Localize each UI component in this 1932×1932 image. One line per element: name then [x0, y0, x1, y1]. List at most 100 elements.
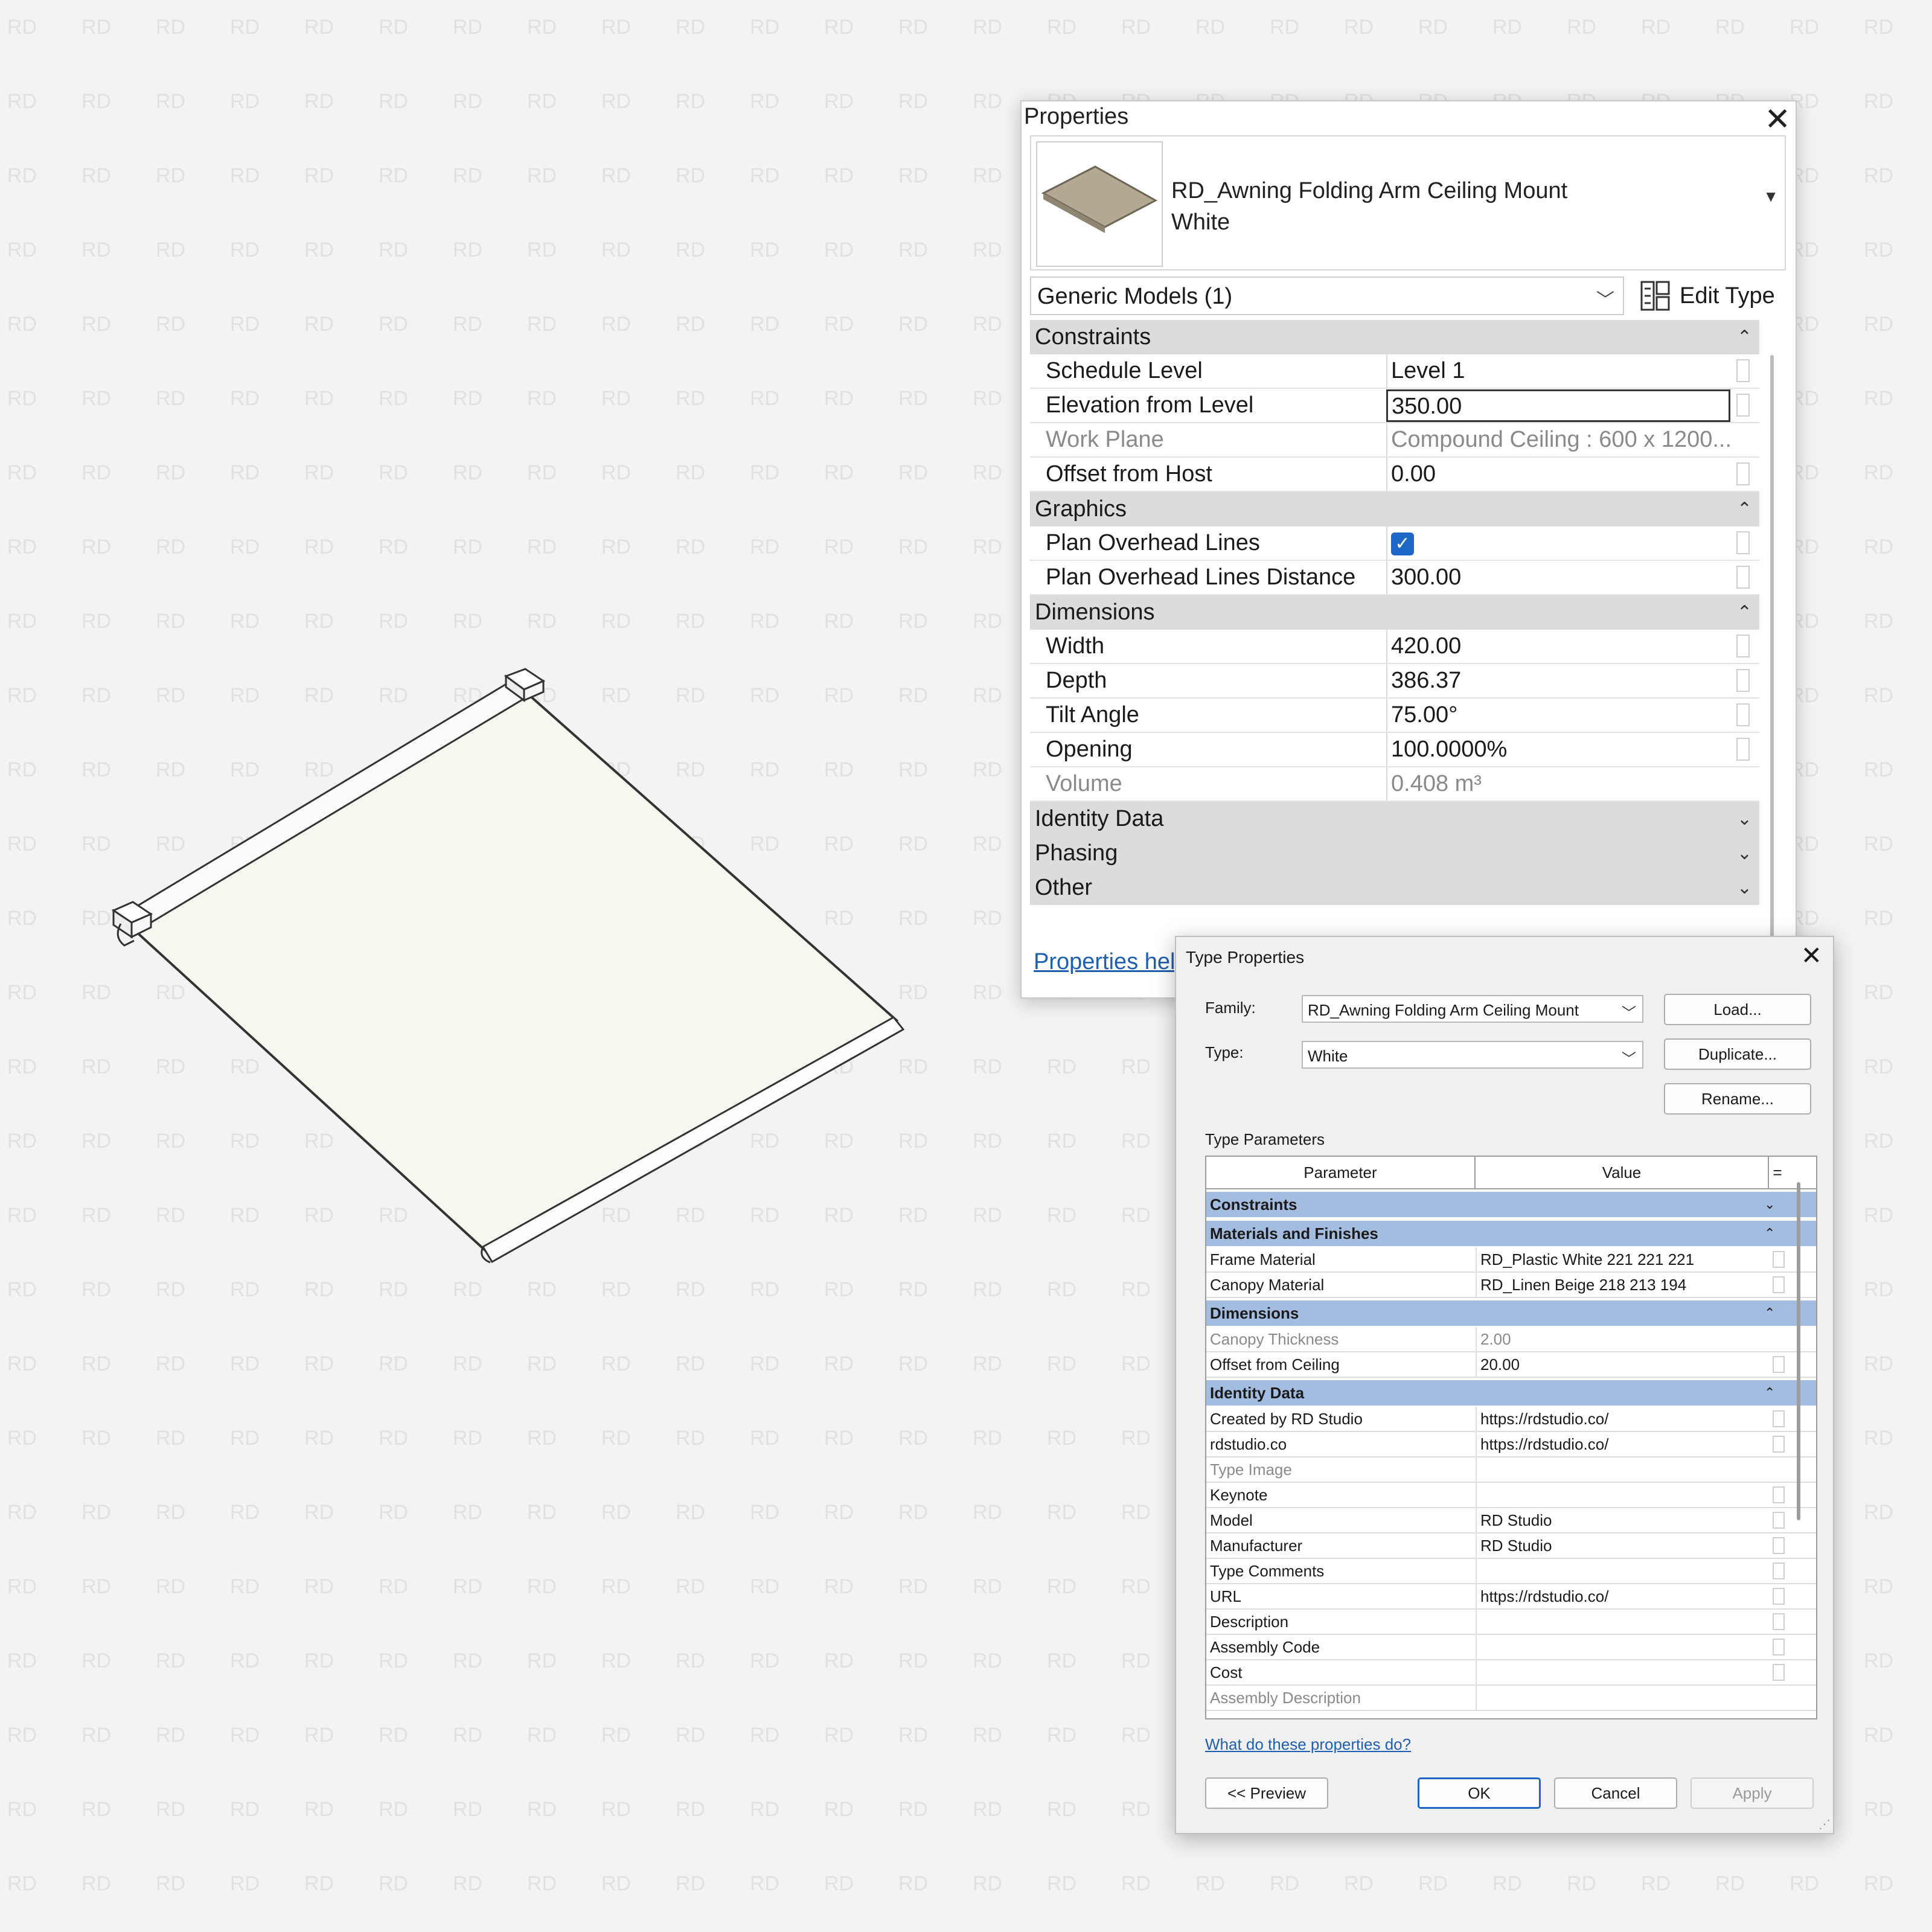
associate-parameter-button[interactable] [1773, 1251, 1785, 1268]
associate-parameter-button[interactable] [1773, 1410, 1785, 1427]
property-value[interactable]: 420.00 [1386, 630, 1730, 663]
associate-parameter-button[interactable] [1736, 738, 1750, 761]
type-parameters-label: Type Parameters [1205, 1130, 1325, 1148]
category-header[interactable]: Other ⌄ [1030, 871, 1759, 905]
expand-icon[interactable]: ⌄ [1737, 836, 1752, 871]
parameter-value[interactable] [1476, 1559, 1768, 1583]
preview-button[interactable]: << Preview [1205, 1777, 1328, 1809]
associate-parameter-button[interactable] [1736, 669, 1750, 692]
collapse-icon[interactable]: ⌃ [1737, 595, 1752, 630]
expand-icon[interactable]: ⌄ [1764, 1192, 1775, 1217]
parameter-value[interactable]: https://rdstudio.co/ [1476, 1407, 1768, 1431]
collapse-icon[interactable]: ⌃ [1764, 1300, 1775, 1326]
parameter-name: Assembly Description [1210, 1689, 1361, 1707]
associate-parameter-button[interactable] [1773, 1639, 1785, 1655]
type-selector-dropdown-icon[interactable]: ▼ [1763, 187, 1779, 206]
close-icon[interactable]: ✕ [1801, 941, 1822, 971]
load-button[interactable]: Load... [1664, 994, 1811, 1025]
category-header[interactable]: Phasing ⌄ [1030, 836, 1759, 871]
property-checkbox[interactable]: ✓ [1386, 526, 1730, 560]
rename-button[interactable]: Rename... [1664, 1083, 1811, 1115]
category-filter-dropdown[interactable]: Generic Models (1) ﹀ [1030, 277, 1624, 315]
parameter-value[interactable]: RD_Plastic White 221 221 221 [1476, 1247, 1768, 1271]
associate-parameter-button[interactable] [1773, 1537, 1785, 1554]
associate-parameter-button[interactable] [1773, 1588, 1785, 1605]
property-value[interactable]: 300.00 [1386, 561, 1730, 594]
cancel-button[interactable]: Cancel [1554, 1777, 1677, 1809]
property-value[interactable]: 75.00° [1386, 699, 1730, 732]
property-value[interactable]: 0.00 [1386, 458, 1730, 491]
table-row: Frame Material RD_Plastic White 221 221 2… [1206, 1247, 1816, 1273]
ok-button[interactable]: OK [1418, 1777, 1541, 1809]
parameter-value[interactable] [1476, 1635, 1768, 1659]
parameter-value[interactable] [1476, 1483, 1768, 1507]
table-scrollbar[interactable] [1797, 1182, 1800, 1520]
property-value[interactable]: 386.37 [1386, 664, 1730, 697]
family-label: Family: [1205, 999, 1256, 1017]
duplicate-button[interactable]: Duplicate... [1664, 1038, 1811, 1070]
collapse-icon[interactable]: ⌃ [1764, 1380, 1775, 1406]
parameter-name: Assembly Code [1210, 1638, 1320, 1656]
close-icon[interactable]: ✕ [1764, 101, 1791, 138]
parameter-name: Keynote [1210, 1486, 1268, 1504]
associate-parameter-button[interactable] [1773, 1664, 1785, 1681]
associate-parameter-button[interactable] [1773, 1512, 1785, 1529]
parameter-value[interactable]: RD_Linen Beige 218 213 194 [1476, 1273, 1768, 1297]
parameter-value[interactable]: https://rdstudio.co/ [1476, 1584, 1768, 1608]
edit-type-icon [1640, 281, 1670, 311]
properties-title: Properties [1024, 104, 1129, 129]
parameter-value[interactable]: 20.00 [1476, 1352, 1768, 1377]
property-value[interactable]: 350.00 [1386, 389, 1730, 422]
resize-grip-icon[interactable]: ⋰ [1818, 1817, 1831, 1832]
collapse-icon[interactable]: ⌃ [1737, 492, 1752, 526]
category-header[interactable]: Graphics ⌃ [1030, 492, 1759, 526]
checkmark-icon[interactable]: ✓ [1391, 532, 1414, 555]
property-value[interactable]: 100.0000% [1386, 733, 1730, 766]
category-label: Materials and Finishes [1210, 1224, 1378, 1243]
instance-properties-grid: Constraints ⌃ Schedule Level Level 1 Elevati… [1030, 320, 1759, 905]
chevron-down-icon: ﹀ [1622, 1051, 1636, 1067]
collapse-icon[interactable]: ⌃ [1764, 1221, 1775, 1246]
associate-parameter-button[interactable] [1773, 1356, 1785, 1373]
parameter-value[interactable] [1476, 1660, 1768, 1684]
category-header[interactable]: Materials and Finishes ⌃ [1206, 1221, 1816, 1247]
associate-parameter-button[interactable] [1736, 462, 1750, 485]
associate-parameter-button[interactable] [1736, 566, 1750, 589]
associate-parameter-button[interactable] [1773, 1613, 1785, 1630]
parameter-value[interactable]: https://rdstudio.co/ [1476, 1432, 1768, 1456]
type-selector[interactable]: RD_Awning Folding Arm Ceiling Mount Whit… [1030, 135, 1786, 270]
associate-parameter-button[interactable] [1736, 531, 1750, 554]
parameter-value[interactable]: RD Studio [1476, 1508, 1768, 1532]
parameter-value[interactable] [1476, 1610, 1768, 1634]
property-name: Width [1046, 633, 1105, 659]
associate-parameter-button[interactable] [1736, 394, 1750, 417]
category-header[interactable]: Identity Data ⌄ [1030, 802, 1759, 836]
associate-parameter-button[interactable] [1773, 1486, 1785, 1503]
category-header[interactable]: Constraints ⌃ [1030, 320, 1759, 354]
column-header-parameter[interactable]: Parameter [1206, 1157, 1476, 1188]
property-name: Plan Overhead Lines Distance [1046, 565, 1356, 590]
associate-parameter-button[interactable] [1773, 1276, 1785, 1293]
category-header[interactable]: Dimensions ⌃ [1206, 1300, 1816, 1327]
properties-scrollbar[interactable] [1770, 355, 1774, 983]
apply-button[interactable]: Apply [1690, 1777, 1814, 1809]
properties-help-link[interactable]: Properties help [1034, 949, 1188, 975]
associate-parameter-button[interactable] [1736, 359, 1750, 382]
associate-parameter-button[interactable] [1773, 1563, 1785, 1579]
collapse-icon[interactable]: ⌃ [1737, 320, 1752, 354]
category-header[interactable]: Identity Data ⌃ [1206, 1380, 1816, 1407]
associate-parameter-button[interactable] [1736, 635, 1750, 657]
category-header[interactable]: Dimensions ⌃ [1030, 595, 1759, 630]
family-dropdown[interactable]: RD_Awning Folding Arm Ceiling Mount ﹀ [1302, 995, 1643, 1023]
what-do-these-properties-do-link[interactable]: What do these properties do? [1205, 1735, 1411, 1754]
associate-parameter-button[interactable] [1773, 1436, 1785, 1453]
associate-parameter-button[interactable] [1736, 703, 1750, 726]
property-value[interactable]: Level 1 [1386, 354, 1730, 388]
column-header-value[interactable]: Value [1476, 1157, 1769, 1188]
expand-icon[interactable]: ⌄ [1737, 802, 1752, 836]
category-header[interactable]: Constraints ⌄ [1206, 1192, 1816, 1218]
expand-icon[interactable]: ⌄ [1737, 871, 1752, 905]
edit-type-button[interactable]: Edit Type [1640, 277, 1775, 315]
parameter-value[interactable]: RD Studio [1476, 1534, 1768, 1558]
type-dropdown[interactable]: White ﹀ [1302, 1041, 1643, 1069]
